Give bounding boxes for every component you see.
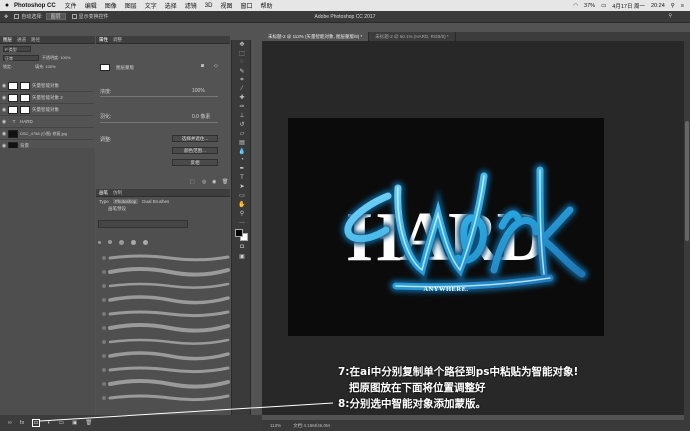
annotation-step-8: 8:分别选中智能对象添加蒙版。 [338,398,487,410]
annotation-step-7b: 把原图放在下面将位置调整好 [349,382,486,394]
annotation-step-7: 7:在ai中分别复制单个路径到ps中粘贴为智能对象! [338,366,579,378]
foreground-color-swatch[interactable] [235,228,243,237]
